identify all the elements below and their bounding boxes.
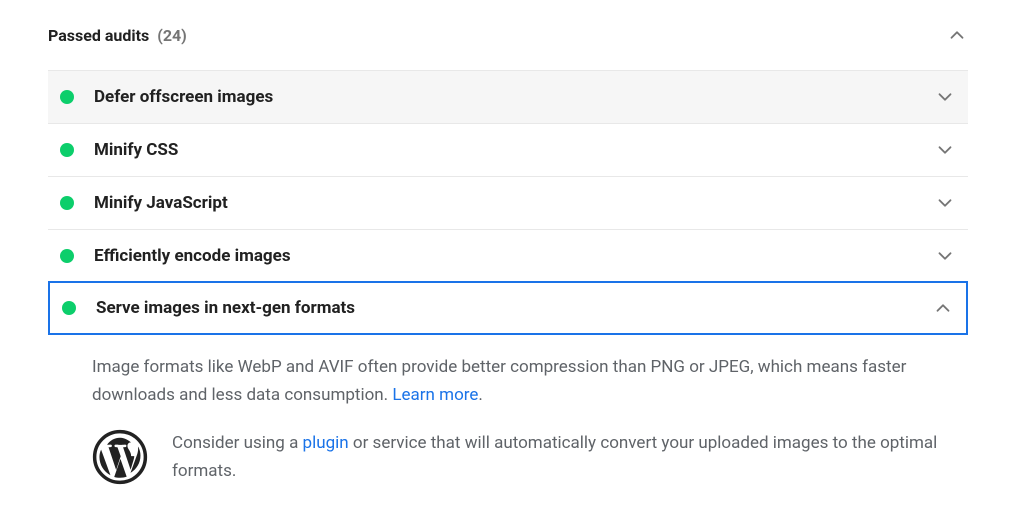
status-pass-icon — [62, 301, 76, 315]
chevron-up-icon — [932, 297, 954, 319]
status-pass-icon — [60, 90, 74, 104]
audit-description-text: Image formats like WebP and AVIF often p… — [92, 357, 906, 405]
chevron-down-icon — [934, 245, 956, 267]
platform-recommendation-text: Consider using a plugin or service that … — [172, 429, 956, 485]
audit-label: Defer offscreen images — [94, 87, 273, 107]
status-pass-icon — [60, 249, 74, 263]
audit-row-minify-javascript[interactable]: Minify JavaScript — [48, 176, 968, 229]
audit-description-tail: . — [478, 385, 482, 405]
learn-more-link[interactable]: Learn more — [392, 385, 478, 405]
platform-recommendation: Consider using a plugin or service that … — [92, 409, 956, 485]
section-title: Passed audits — [48, 26, 149, 45]
audit-row-serve-images-nextgen[interactable]: Serve images in next-gen formats — [48, 281, 968, 335]
audit-label: Minify JavaScript — [94, 193, 228, 213]
audit-description: Image formats like WebP and AVIF often p… — [92, 353, 956, 409]
section-count: (24) — [157, 26, 187, 45]
audit-label: Efficiently encode images — [94, 246, 291, 266]
chevron-down-icon — [934, 192, 956, 214]
chevron-up-icon — [946, 24, 968, 46]
platform-tip-a: Consider using a — [172, 433, 303, 453]
chevron-down-icon — [934, 139, 956, 161]
audit-row-defer-offscreen-images[interactable]: Defer offscreen images — [48, 70, 968, 123]
audit-row-minify-css[interactable]: Minify CSS — [48, 123, 968, 176]
wordpress-icon — [92, 429, 148, 485]
audit-row-efficiently-encode-images[interactable]: Efficiently encode images — [48, 229, 968, 282]
chevron-down-icon — [934, 86, 956, 108]
status-pass-icon — [60, 143, 74, 157]
audit-label: Serve images in next-gen formats — [96, 298, 355, 318]
passed-audits-section-header[interactable]: Passed audits (24) — [48, 20, 968, 70]
plugin-link[interactable]: plugin — [303, 433, 349, 453]
audit-label: Minify CSS — [94, 140, 178, 160]
status-pass-icon — [60, 196, 74, 210]
audit-detail-serve-images-nextgen: Image formats like WebP and AVIF often p… — [48, 335, 968, 497]
